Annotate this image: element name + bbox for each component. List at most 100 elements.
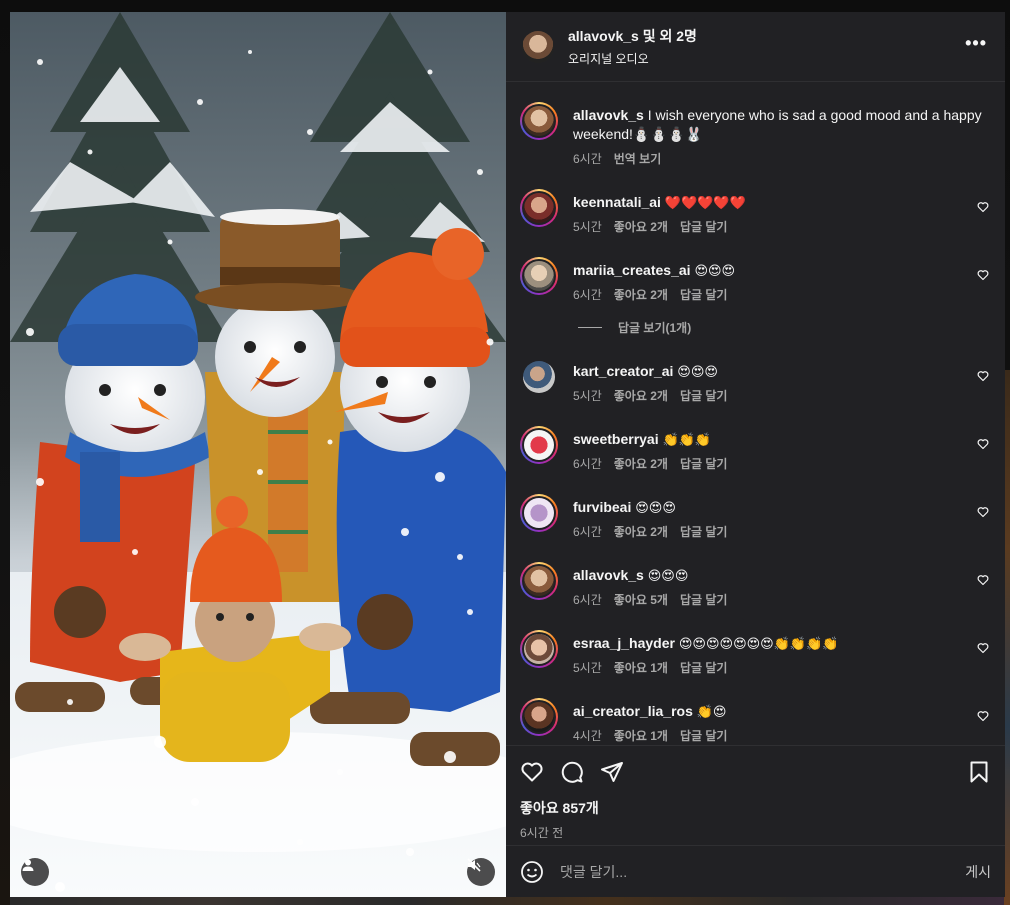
- comment-avatar-ring[interactable]: [520, 426, 558, 464]
- comment-likes[interactable]: 좋아요 1개: [614, 727, 668, 744]
- user-icon: [22, 859, 34, 871]
- comment-time[interactable]: 4시간: [573, 727, 602, 744]
- comment-heart-icon[interactable]: [977, 506, 989, 518]
- comment-text: 👏😍: [696, 704, 727, 719]
- comment-time[interactable]: 6시간: [573, 455, 602, 472]
- comment-item: furvibeai 😍😍😍 6시간 좋아요 2개 답글 달기: [520, 494, 991, 540]
- comment-username[interactable]: allavovk_s: [573, 567, 644, 583]
- post-timestamp[interactable]: 6시간 전: [520, 824, 991, 841]
- comment-time[interactable]: 5시간: [573, 387, 602, 404]
- avatar: [524, 566, 554, 596]
- caption-text: allavovk_s I wish everyone who is sad a …: [573, 106, 991, 144]
- avatar: [524, 430, 554, 460]
- comment-time[interactable]: 5시간: [573, 659, 602, 676]
- reply-button[interactable]: 답글 달기: [680, 387, 728, 404]
- user-tag-button[interactable]: [21, 858, 49, 886]
- mute-button[interactable]: [467, 858, 495, 886]
- comment-item: ai_creator_lia_ros 👏😍 4시간 좋아요 1개 답글 달기: [520, 698, 991, 744]
- comment-avatar-ring[interactable]: [520, 698, 558, 736]
- comment-heart-icon[interactable]: [977, 370, 989, 382]
- comment-username[interactable]: sweetberryai: [573, 431, 659, 447]
- bookmark-icon[interactable]: [967, 760, 991, 784]
- comment-username[interactable]: mariia_creates_ai: [573, 262, 691, 278]
- comment-item: keennatali_ai ❤️❤️❤️❤️❤️ 5시간 좋아요 2개 답글 달기: [520, 189, 991, 235]
- post-comment-button[interactable]: 게시: [965, 862, 991, 882]
- comment-username[interactable]: ai_creator_lia_ros: [573, 703, 693, 719]
- view-replies-button[interactable]: 답글 보기(1개): [578, 319, 991, 336]
- avatar: [523, 361, 555, 393]
- comment-avatar-ring[interactable]: [520, 494, 558, 532]
- comment-item: sweetberryai 👏👏👏 6시간 좋아요 2개 답글 달기: [520, 426, 991, 472]
- comment-time[interactable]: 6시간: [573, 523, 602, 540]
- comment-likes[interactable]: 좋아요 2개: [614, 286, 668, 303]
- likes-count[interactable]: 좋아요 857개: [520, 798, 991, 818]
- comment-item: allavovk_s 😍😍😍 6시간 좋아요 5개 답글 달기: [520, 562, 991, 608]
- comment-icon[interactable]: [560, 760, 584, 784]
- header-owner-line: allavovk_s 및 외 2명: [568, 26, 697, 46]
- reply-button[interactable]: 답글 달기: [680, 727, 728, 744]
- comment-heart-icon[interactable]: [977, 438, 989, 450]
- comment-heart-icon[interactable]: [977, 269, 989, 281]
- comment-username[interactable]: kart_creator_ai: [573, 363, 673, 379]
- avatar: [524, 702, 554, 732]
- comment-input[interactable]: 댓글 달기...: [560, 862, 965, 882]
- reply-button[interactable]: 답글 달기: [680, 455, 728, 472]
- comment-avatar-ring[interactable]: [520, 257, 558, 295]
- comment-likes[interactable]: 좋아요 2개: [614, 218, 668, 235]
- comment-heart-icon[interactable]: [977, 710, 989, 722]
- caption-meta: 6시간 번역 보기: [573, 150, 991, 167]
- reply-button[interactable]: 답글 달기: [680, 659, 728, 676]
- comment-likes[interactable]: 좋아요 2개: [614, 387, 668, 404]
- backdrop-strip: [10, 897, 1004, 905]
- comment-heart-icon[interactable]: [977, 201, 989, 213]
- translate-link[interactable]: 번역 보기: [614, 150, 662, 167]
- comment-username[interactable]: furvibeai: [573, 499, 631, 515]
- caption-time[interactable]: 6시간: [573, 150, 602, 167]
- comment-time[interactable]: 6시간: [573, 286, 602, 303]
- more-options-button[interactable]: •••: [965, 34, 987, 52]
- caption-avatar-ring[interactable]: [520, 102, 558, 140]
- muted-speaker-icon: [467, 858, 481, 872]
- comment-text: 😍😍😍: [647, 568, 689, 583]
- share-icon[interactable]: [600, 760, 624, 784]
- comment-heart-icon[interactable]: [977, 642, 989, 654]
- comment-likes[interactable]: 좋아요 2개: [614, 455, 668, 472]
- comment-item: kart_creator_ai 😍😍😍 5시간 좋아요 2개 답글 달기: [520, 358, 991, 404]
- comment-likes[interactable]: 좋아요 2개: [614, 523, 668, 540]
- replies-divider: [578, 327, 602, 328]
- avatar: [524, 498, 554, 528]
- comment-avatar[interactable]: [520, 358, 558, 396]
- comment-likes[interactable]: 좋아요 1개: [614, 659, 668, 676]
- reply-button[interactable]: 답글 달기: [680, 286, 728, 303]
- comment-avatar-ring[interactable]: [520, 630, 558, 668]
- avatar: [524, 106, 554, 136]
- comment-time[interactable]: 5시간: [573, 218, 602, 235]
- comment-heart-icon[interactable]: [977, 574, 989, 586]
- post-media[interactable]: [10, 12, 506, 897]
- reply-button[interactable]: 답글 달기: [680, 218, 728, 235]
- comment-item: mariia_creates_ai 😍😍😍 6시간 좋아요 2개 답글 달기: [520, 257, 991, 303]
- owner-username[interactable]: allavovk_s: [568, 28, 639, 44]
- post-actions: 좋아요 857개 6시간 전: [506, 745, 1005, 845]
- post-details-panel: allavovk_s 및 외 2명 오리지널 오디오 ••• allavovk_…: [506, 12, 1005, 897]
- reply-button[interactable]: 답글 달기: [680, 523, 728, 540]
- comment-avatar-ring[interactable]: [520, 562, 558, 600]
- heart-icon[interactable]: [520, 760, 544, 784]
- comment-text: 😍😍😍: [635, 500, 676, 515]
- emoji-icon[interactable]: [520, 860, 544, 884]
- comment-username[interactable]: esraa_j_hayder: [573, 635, 675, 651]
- caption-username[interactable]: allavovk_s: [573, 107, 644, 123]
- comment-username[interactable]: keennatali_ai: [573, 194, 661, 210]
- reply-button[interactable]: 답글 달기: [680, 591, 728, 608]
- comment-avatar-ring[interactable]: [520, 189, 558, 227]
- comment-time[interactable]: 6시간: [573, 591, 602, 608]
- collab-text[interactable]: 및 외 2명: [639, 28, 697, 44]
- audio-label[interactable]: 오리지널 오디오: [568, 50, 697, 67]
- action-row: [520, 758, 991, 786]
- comments-list: allavovk_s I wish everyone who is sad a …: [506, 82, 1005, 745]
- comment-likes[interactable]: 좋아요 5개: [614, 591, 668, 608]
- owner-avatar[interactable]: [522, 30, 554, 63]
- comment-text: 😍😍😍😍😍😍😍👏👏👏👏: [678, 636, 839, 651]
- add-comment-bar: 댓글 달기... 게시: [506, 845, 1005, 897]
- avatar: [524, 634, 554, 664]
